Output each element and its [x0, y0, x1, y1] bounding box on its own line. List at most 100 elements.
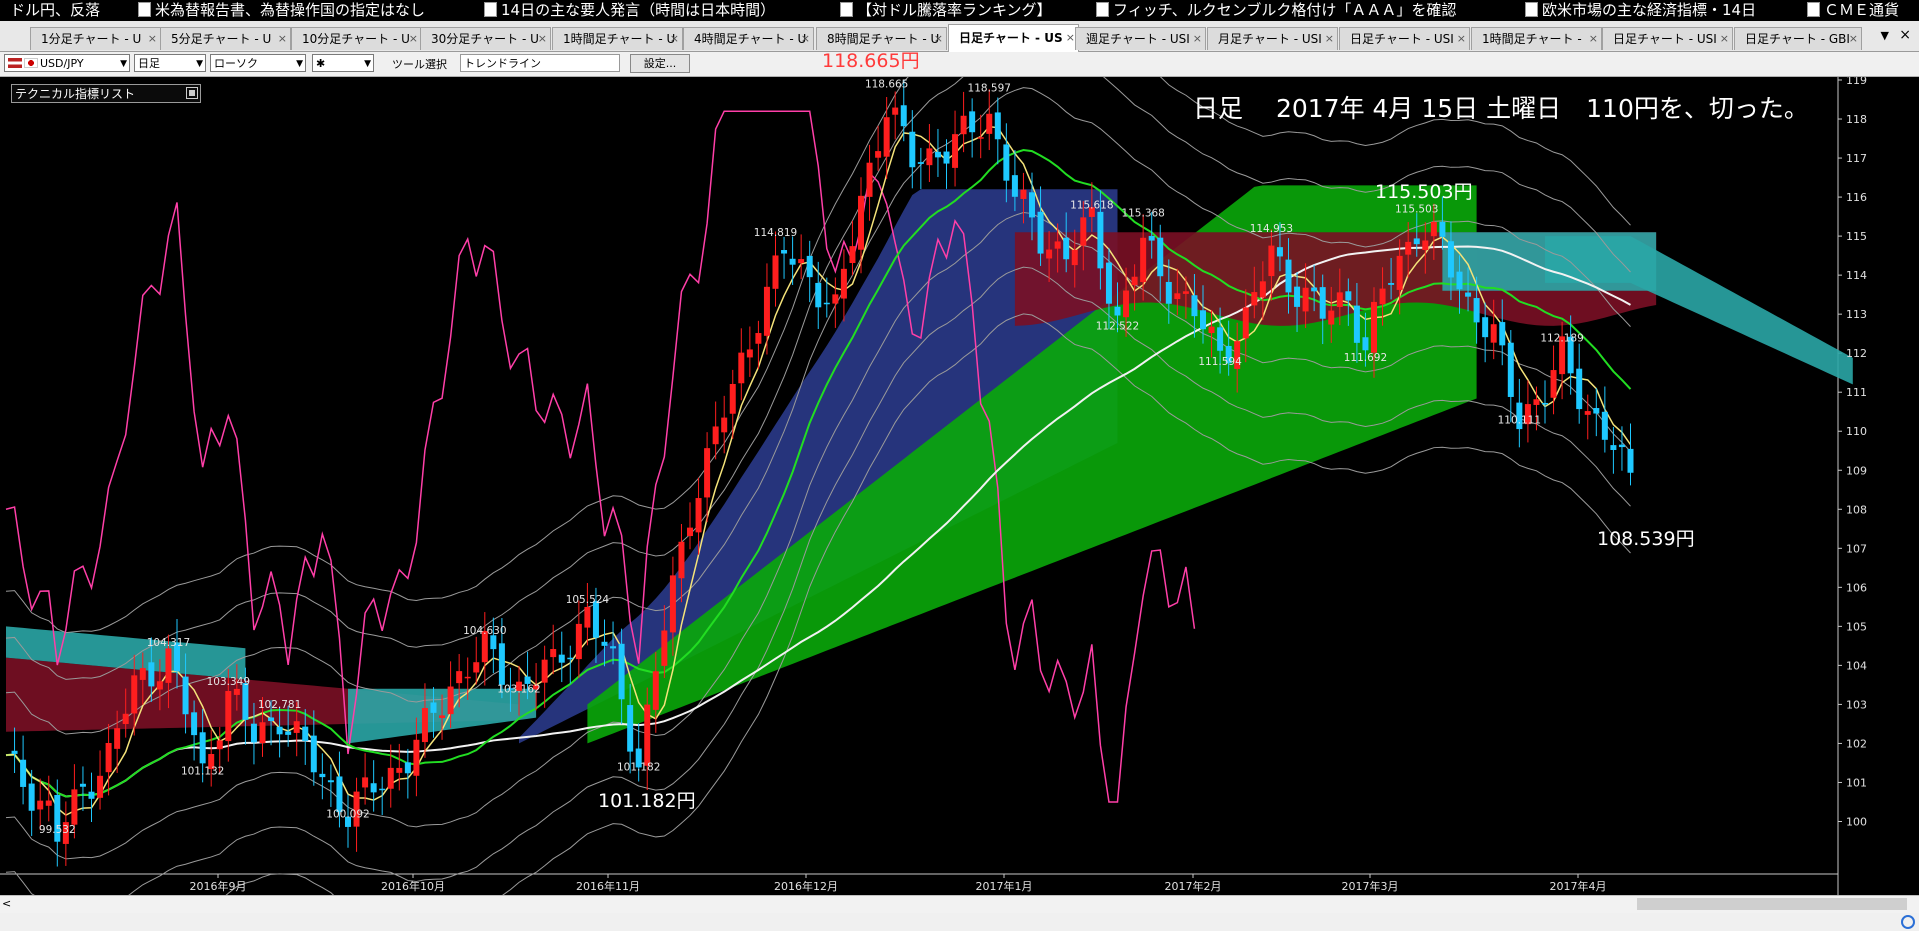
- time-tick-label: 2017年1月: [976, 879, 1033, 893]
- candle-body: [1302, 287, 1309, 312]
- price-tick-label: 118: [1846, 113, 1867, 126]
- tab-close-icon[interactable]: ×: [1720, 28, 1729, 50]
- price-tick-label: 115: [1846, 230, 1867, 243]
- scroll-left-icon[interactable]: <: [2, 897, 11, 910]
- candle-body: [79, 783, 86, 787]
- tab-label: 1分足チャート - U: [41, 32, 142, 46]
- candle-body: [490, 635, 497, 650]
- chart-tab[interactable]: 10分足チャート - U ×: [291, 27, 422, 50]
- ticker-item[interactable]: フィッチ、ルクセンブルク格付け「ＡＡＡ」を確認: [1096, 0, 1456, 20]
- candle-body: [592, 601, 599, 638]
- ticker-item[interactable]: 米為替報告書、為替操作国の指定はなし: [138, 0, 425, 20]
- chevron-down-icon: ▼: [296, 59, 303, 69]
- drawing-tool-field[interactable]: トレンドライン: [460, 54, 620, 72]
- chart-tab[interactable]: 月足チャート - USI ×: [1207, 27, 1338, 50]
- candle-body: [917, 162, 924, 164]
- line-style-select[interactable]: ✱ ▼: [312, 54, 374, 72]
- chart-tab[interactable]: 5分足チャート - U ×: [160, 27, 291, 50]
- candle-body: [1353, 305, 1360, 343]
- tab-label: 月足チャート - USI: [1218, 32, 1322, 46]
- candle-body: [695, 498, 702, 533]
- chart-tab[interactable]: 1分足チャート - U ×: [30, 27, 161, 50]
- chart-canvas[interactable]: 99.532 104.317 103.349 102.781 101.132 100.09…: [0, 0, 1919, 931]
- candle-body: [550, 649, 557, 658]
- scrollbar-thumb[interactable]: [1637, 898, 1907, 910]
- settings-button[interactable]: 設定...: [630, 54, 690, 73]
- candle-body: [71, 789, 78, 825]
- candle-body: [678, 541, 685, 579]
- tab-close-icon[interactable]: ×: [409, 28, 418, 50]
- tab-close-icon[interactable]: ×: [1066, 25, 1075, 51]
- candle-body: [1217, 327, 1224, 351]
- tab-close-icon[interactable]: ×: [934, 28, 943, 50]
- chart-tab[interactable]: 日足チャート - US ×: [948, 24, 1079, 52]
- chart-tab[interactable]: 日足チャート - USI ×: [1339, 27, 1470, 50]
- tab-list-menu-icon[interactable]: ▼: [1881, 29, 1889, 42]
- ticker-item[interactable]: 欧米市場の主な経済指標・14日: [1525, 0, 1756, 20]
- ichimoku-clouds: [6, 185, 1853, 744]
- price-tick-label: 117: [1846, 152, 1867, 165]
- candle-body: [960, 115, 967, 135]
- price-tick-label: 100: [1846, 815, 1867, 828]
- horizontal-scrollbar[interactable]: <: [0, 895, 1919, 913]
- candle-body: [669, 575, 676, 633]
- tab-close-icon[interactable]: ×: [801, 28, 810, 50]
- tab-close-icon[interactable]: ×: [278, 28, 287, 50]
- tab-close-icon[interactable]: ×: [1193, 28, 1202, 50]
- chart-tab[interactable]: 30分足チャート - U ×: [420, 27, 551, 50]
- candle-body: [1123, 290, 1130, 318]
- chart-tab[interactable]: 1時間足チャート - ×: [1471, 27, 1602, 50]
- chart-tab[interactable]: 4時間足チャート - U ×: [683, 27, 814, 50]
- candle-body: [404, 762, 411, 774]
- tab-close-icon[interactable]: ×: [670, 28, 679, 50]
- period-select[interactable]: 日足 ▼: [134, 54, 206, 72]
- chevron-down-icon: ▼: [120, 59, 127, 69]
- candle-body: [712, 426, 719, 445]
- ticker-item[interactable]: 14日の主な要人発言（時間は日本時間）: [484, 0, 775, 20]
- candle-body: [558, 654, 565, 663]
- tab-close-icon[interactable]: ×: [1589, 28, 1598, 50]
- chart-tab[interactable]: 週足チャート - USI ×: [1075, 27, 1206, 50]
- chart-tab[interactable]: 1時間足チャート - U ×: [552, 27, 683, 50]
- candle-body: [1490, 324, 1497, 343]
- candle-body: [1080, 217, 1087, 246]
- indicator-list-title: テクニカル指標リスト: [15, 87, 136, 101]
- restore-icon[interactable]: [186, 87, 198, 99]
- tab-label: 1時間足チャート -: [1482, 32, 1582, 46]
- ticker-item[interactable]: ＣＭＥ通貨: [1807, 0, 1899, 20]
- currency-pair-select[interactable]: USD/JPY ▼: [4, 54, 130, 72]
- news-ticker[interactable]: ドル円、反落 米為替報告書、為替操作国の指定はなし 14日の主な要人発言（時間は日本…: [0, 0, 1919, 21]
- price-chart[interactable]: 99.532 104.317 103.349 102.781 101.132 100.09…: [0, 0, 1919, 931]
- tab-label: 30分足チャート - U: [431, 32, 539, 46]
- tab-label: 10分足チャート - U: [302, 32, 410, 46]
- candle-body: [225, 691, 232, 742]
- candle-body: [1379, 288, 1386, 305]
- candle-body: [336, 776, 343, 813]
- tab-close-icon[interactable]: ×: [1849, 28, 1858, 50]
- tab-label: 日足チャート - US: [959, 31, 1063, 45]
- close-all-tabs-icon[interactable]: ×: [1899, 27, 1911, 43]
- candle-body: [114, 728, 121, 749]
- chart-tab[interactable]: 日足チャート - USI ×: [1602, 27, 1733, 50]
- price-tick-label: 108: [1846, 503, 1867, 516]
- candle-body: [1208, 326, 1215, 334]
- candle-body: [1294, 286, 1301, 307]
- chart-style-select[interactable]: ローソク ▼: [210, 54, 306, 72]
- ticker-item[interactable]: ドル円、反落: [10, 0, 100, 20]
- candle-body: [379, 788, 386, 791]
- tab-close-icon[interactable]: ×: [1457, 28, 1466, 50]
- candle-body: [900, 105, 907, 127]
- candle-body: [1071, 249, 1078, 266]
- tab-close-icon[interactable]: ×: [1325, 28, 1334, 50]
- tab-close-icon[interactable]: ×: [148, 28, 157, 50]
- technical-indicator-list[interactable]: テクニカル指標リスト: [11, 84, 201, 103]
- candle-body: [310, 735, 317, 773]
- chart-tab[interactable]: 日足チャート - GBI ×: [1734, 27, 1862, 50]
- ticker-text: 欧米市場の主な経済指標・14日: [1542, 1, 1757, 19]
- candle-body: [1533, 399, 1540, 405]
- pivot-price-label: 111.594: [1198, 356, 1242, 368]
- peak-price-annotation: 115.503円: [1375, 181, 1473, 203]
- chart-tab-bar: 1分足チャート - U × 5分足チャート - U × 10分足チャート - U × 30分…: [0, 21, 1919, 52]
- ticker-item[interactable]: 【対ドル騰落率ランキング】: [840, 0, 1052, 20]
- tab-close-icon[interactable]: ×: [538, 28, 547, 50]
